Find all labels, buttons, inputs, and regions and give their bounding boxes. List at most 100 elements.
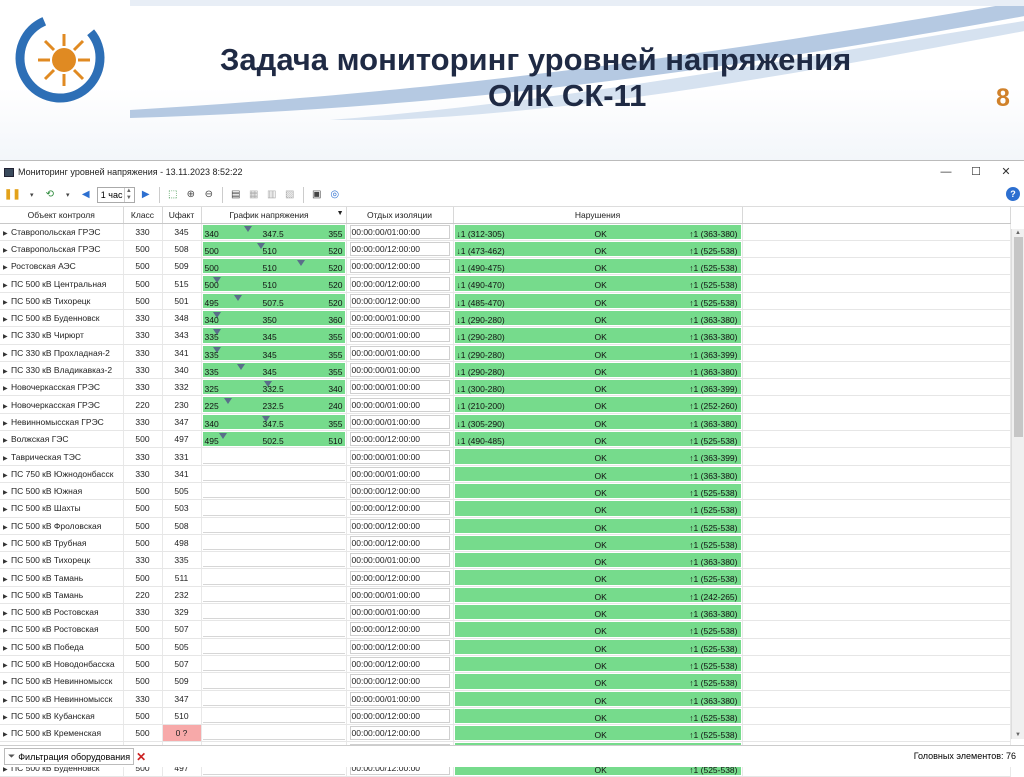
table-row[interactable]: ▶ ПС 500 кВ Ростовская 500 507 00:00:00/12:0… <box>0 620 1011 639</box>
table-row[interactable]: ▶ Волжская ГЭС 500 497 495 502.5 510 00:00:00/1… <box>0 430 1011 449</box>
violations-cell: OK ↑1 (242-265) <box>453 586 743 605</box>
col-violations[interactable]: Нарушения <box>453 207 743 224</box>
voltage-graph-empty <box>202 553 345 568</box>
object-name[interactable]: ▶ ПС 500 кВ Тихорецк <box>0 551 124 570</box>
table-row[interactable]: ▶ ПС 500 кВ Новодонбасска 500 507 00:00:00/1… <box>0 655 1011 674</box>
vertical-scrollbar[interactable]: ▲ ▼ <box>1011 229 1024 739</box>
col-isolation-rest[interactable]: Отдых изоляции <box>346 207 454 224</box>
csv-icon[interactable]: ▥ <box>265 186 279 203</box>
object-name[interactable]: ▶ ПС 330 кВ Владикавказ-2 <box>0 361 124 380</box>
object-name[interactable]: ▶ Таврическая ТЭС <box>0 447 124 466</box>
table-row[interactable]: ▶ ПС 500 кВ Тамань 500 511 00:00:00/12:00:00… <box>0 568 1011 587</box>
table-row[interactable]: ▶ ПС 500 кВ Тихорецк 500 501 495 507.5 520 00:0… <box>0 292 1011 310</box>
maximize-button[interactable]: ☐ <box>968 164 984 180</box>
table-row[interactable]: ▶ ПС 500 кВ Центральная 500 515 500 510 520 00:… <box>0 274 1011 293</box>
minimize-button[interactable]: — <box>938 164 954 180</box>
table-row[interactable]: ▶ ПС 500 кВ Кубанская 500 510 00:00:00/12:00… <box>0 707 1011 726</box>
object-name[interactable]: ▶ Новочеркасская ГРЭС <box>0 395 124 414</box>
export-icon[interactable]: ▤ <box>229 186 243 203</box>
table-row[interactable]: ▶ ПС 500 кВ Победа 500 505 00:00:00/12:00:00… <box>0 638 1011 656</box>
help-icon[interactable]: ? <box>1006 187 1020 201</box>
table-row[interactable]: ▶ Новочеркасская ГРЭС 220 230 225 232.5 240 00:… <box>0 395 1011 414</box>
scroll-thumb[interactable] <box>1014 237 1023 437</box>
object-name[interactable]: ▶ ПС 500 кВ Тамань <box>0 568 124 587</box>
graph-max: 520 <box>328 245 343 256</box>
table-row[interactable]: ▶ ПС 750 кВ Южнодонбасск 330 341 00:00:00/01… <box>0 465 1011 483</box>
equipment-filter-button[interactable]: ⏷ Фильтрация оборудования <box>4 748 135 765</box>
object-name[interactable]: ▶ Волжская ГЭС <box>0 430 124 449</box>
table-row[interactable]: ▶ ПС 500 кВ Тихорецк 330 335 00:00:00/01:00:… <box>0 551 1011 570</box>
table-row[interactable]: ▶ ПС 500 кВ Невинномысск 330 347 00:00:00/01… <box>0 690 1011 708</box>
isolation-value: 00:00:00/01:00:00 <box>349 380 450 395</box>
object-name[interactable]: ▶ ПС 500 кВ Победа <box>0 638 124 656</box>
table-row[interactable]: ▶ ПС 500 кВ Кременская 500 0 ? 00:00:00/12:0… <box>0 724 1011 743</box>
info-icon[interactable]: ◎ <box>328 186 342 203</box>
object-name[interactable]: ▶ Ставропольская ГРЭС <box>0 240 124 259</box>
table-row[interactable]: ▶ ПС 500 кВ Южная 500 505 00:00:00/12:00:00 O… <box>0 482 1011 501</box>
table-row[interactable]: ▶ Ставропольская ГРЭС 330 345 340 347.5 355 00:… <box>0 223 1011 241</box>
object-name[interactable]: ▶ ПС 330 кВ Прохладная-2 <box>0 344 124 362</box>
col-object[interactable]: Объект контроля <box>0 207 124 224</box>
print-icon[interactable]: ▧ <box>283 186 297 203</box>
table-row[interactable]: ▶ ПС 500 кВ Буденновск 330 348 340 350 360 00:0… <box>0 309 1011 328</box>
settings-icon[interactable]: ▣ <box>310 186 324 203</box>
object-name[interactable]: ▶ ПС 500 кВ Тамань <box>0 586 124 605</box>
pause-dropdown-icon[interactable]: ▾ <box>25 186 39 203</box>
table-row[interactable]: ▶ Таврическая ТЭС 330 331 00:00:00/01:00:00 O… <box>0 447 1011 466</box>
object-name[interactable]: ▶ ПС 500 кВ Кременская <box>0 724 124 743</box>
pause-icon[interactable]: ❚❚ <box>4 186 21 203</box>
table-row[interactable]: ▶ ПС 330 кВ Владикавказ-2 330 340 335 345 355 0… <box>0 361 1011 380</box>
table-row[interactable]: ▶ Новочеркасская ГРЭС 330 332 325 332.5 340 00:… <box>0 378 1011 397</box>
col-u-fact[interactable]: Uфакт <box>162 207 202 224</box>
table-row[interactable]: ▶ ПС 500 кВ Фроловская 500 508 00:00:00/12:0… <box>0 517 1011 535</box>
clear-filter-icon[interactable]: ✕ <box>136 750 146 764</box>
object-name[interactable]: ▶ ПС 500 кВ Ростовская <box>0 603 124 622</box>
object-name[interactable]: ▶ ПС 500 кВ Фроловская <box>0 517 124 535</box>
fit-icon[interactable]: ⬚ <box>166 186 180 203</box>
object-name[interactable]: ▶ ПС 500 кВ Кубанская <box>0 707 124 726</box>
voltage-graph-cell: 340 350 360 <box>201 309 347 328</box>
object-name[interactable]: ▶ ПС 500 кВ Ростовская <box>0 620 124 639</box>
copy-icon[interactable]: ▦ <box>247 186 261 203</box>
object-name[interactable]: ▶ ПС 500 кВ Новодонбасска <box>0 655 124 674</box>
zoom-out-icon[interactable]: ⊖ <box>202 186 216 203</box>
object-name[interactable]: ▶ ПС 500 кВ Невинномысск <box>0 672 124 691</box>
col-class[interactable]: Класс <box>123 207 163 224</box>
zoom-in-icon[interactable]: ⊕ <box>184 186 198 203</box>
object-name[interactable]: ▶ ПС 500 кВ Буденновск <box>0 309 124 328</box>
object-name[interactable]: ▶ ПС 500 кВ Центральная <box>0 274 124 293</box>
history-dropdown-icon[interactable]: ▾ <box>61 186 75 203</box>
object-name[interactable]: ▶ ПС 500 кВ Шахты <box>0 499 124 518</box>
table-row[interactable]: ▶ ПС 330 кВ Чирюрт 330 343 335 345 355 00:00:00… <box>0 326 1011 345</box>
object-name[interactable]: ▶ ПС 750 кВ Южнодонбасск <box>0 465 124 483</box>
violation-high: ↑1 (525-538) <box>689 487 738 498</box>
table-row[interactable]: ▶ Ростовская АЭС 500 509 500 510 520 00:00:00/1… <box>0 257 1011 276</box>
object-name[interactable]: ▶ ПС 500 кВ Тихорецк <box>0 292 124 310</box>
empty-cell <box>742 344 1011 362</box>
object-name[interactable]: ▶ Ростовская АЭС <box>0 257 124 276</box>
object-name[interactable]: ▶ ПС 500 кВ Южная <box>0 482 124 501</box>
object-name[interactable]: ▶ Ставропольская ГРЭС <box>0 223 124 241</box>
table-row[interactable]: ▶ ПС 500 кВ Шахты 500 503 00:00:00/12:00:00 O… <box>0 499 1011 518</box>
table-row[interactable]: ▶ Невинномысская ГРЭС 330 347 340 347.5 355 00:… <box>0 413 1011 432</box>
table-row[interactable]: ▶ ПС 500 кВ Ростовская 330 329 00:00:00/01:0… <box>0 603 1011 622</box>
table-row[interactable]: ▶ ПС 500 кВ Трубная 500 498 00:00:00/12:00:0… <box>0 534 1011 553</box>
table-row[interactable]: ▶ ПС 500 кВ Невинномысск 500 509 00:00:00/12… <box>0 672 1011 691</box>
forward-icon[interactable]: ▶ <box>139 186 153 203</box>
object-name[interactable]: ▶ Невинномысская ГРЭС <box>0 413 124 432</box>
col-voltage-graph[interactable]: График напряжения ▼ <box>201 207 347 224</box>
object-name[interactable]: ▶ Новочеркасская ГРЭС <box>0 378 124 397</box>
history-icon[interactable]: ⟲ <box>43 186 57 203</box>
interval-stepper[interactable]: 1 час ▲ ▼ <box>96 186 135 203</box>
object-name[interactable]: ▶ ПС 330 кВ Чирюрт <box>0 326 124 345</box>
table-row[interactable]: ▶ ПС 500 кВ Тамань 220 232 00:00:00/01:00:00… <box>0 586 1011 605</box>
filter-icon: ⏷ <box>8 751 16 761</box>
table-row[interactable]: ▶ ПС 330 кВ Прохладная-2 330 341 335 345 355 00… <box>0 344 1011 362</box>
back-icon[interactable]: ◀ <box>79 186 93 203</box>
close-button[interactable]: ✕ <box>998 164 1014 180</box>
empty-cell <box>742 551 1011 570</box>
object-name[interactable]: ▶ ПС 500 кВ Невинномысск <box>0 690 124 708</box>
table-row[interactable]: ▶ Ставропольская ГРЭС 500 508 500 510 520 00:00… <box>0 240 1011 259</box>
violation-status: OK <box>594 418 607 429</box>
object-name[interactable]: ▶ ПС 500 кВ Трубная <box>0 534 124 553</box>
